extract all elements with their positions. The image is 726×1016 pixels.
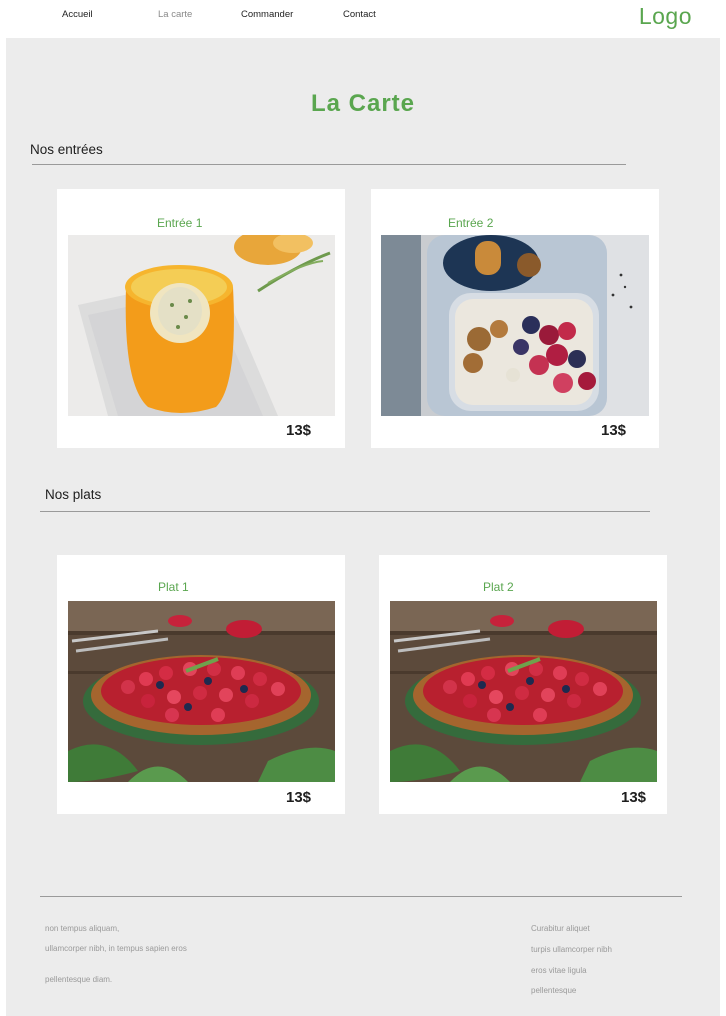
footer-right-line-1: Curabitur aliquet	[531, 924, 590, 933]
footer-right-line-3: eros vitae ligula	[531, 966, 587, 975]
logo[interactable]: Logo	[639, 3, 692, 30]
footer-left-line-2: ullamcorper nibh, in tempus sapien eros	[45, 944, 187, 953]
menu-card-plat-2[interactable]: Plat 2 13$	[379, 555, 667, 814]
card-title: Plat 1	[158, 580, 189, 594]
footer-divider	[40, 896, 682, 897]
card-price: 13$	[601, 422, 627, 439]
footer-left-line-3: pellentesque diam.	[45, 975, 113, 984]
section-divider	[32, 164, 626, 165]
page-title: La Carte	[310, 90, 416, 117]
footer-left-line-1: non tempus aliquam,	[45, 924, 120, 933]
card-price: 13$	[286, 422, 312, 439]
nav-link-accueil[interactable]: Accueil	[62, 9, 93, 20]
footer-right-line-2: turpis ullamcorper nibh	[531, 945, 612, 954]
food-image-orange-cup	[68, 235, 335, 416]
card-price: 13$	[286, 789, 312, 806]
card-title: Entrée 2	[448, 216, 494, 230]
top-nav-bar: Accueil La carte Commander Contact Logo	[0, 0, 726, 38]
card-price: 13$	[621, 789, 647, 806]
nav-link-la-carte[interactable]: La carte	[158, 9, 192, 20]
nav-link-commander[interactable]: Commander	[241, 9, 293, 20]
menu-card-plat-1[interactable]: Plat 1 13$	[57, 555, 345, 814]
nav-link-contact[interactable]: Contact	[343, 9, 376, 20]
section-divider	[40, 511, 650, 512]
food-image-berry-tart	[390, 601, 657, 782]
menu-card-entree-1[interactable]: Entrée 1 13$	[57, 189, 345, 448]
section-title-plats: Nos plats	[45, 487, 102, 502]
footer-right-line-4: pellentesque	[531, 986, 577, 995]
main-content: La Carte Nos entrées Entrée 1 13$ Entrée…	[6, 38, 720, 1016]
food-image-berry-tart	[68, 601, 335, 782]
menu-card-entree-2[interactable]: Entrée 2 13$	[371, 189, 659, 448]
card-title: Entrée 1	[157, 216, 203, 230]
food-image-berry-bowl	[381, 235, 649, 416]
card-title: Plat 2	[483, 580, 514, 594]
section-title-entrees: Nos entrées	[30, 142, 103, 157]
